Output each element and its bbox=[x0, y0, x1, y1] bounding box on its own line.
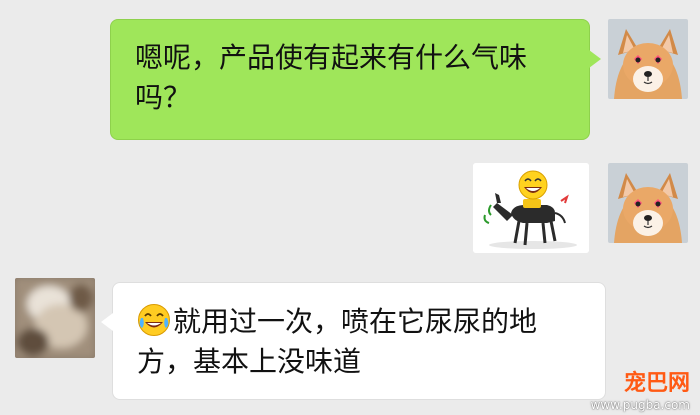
shiba-dog-icon bbox=[608, 163, 688, 243]
self-avatar[interactable] bbox=[608, 163, 688, 243]
self-avatar[interactable] bbox=[608, 19, 688, 99]
crying-laughing-emoji-icon bbox=[137, 303, 171, 337]
shiba-dog-icon bbox=[608, 19, 688, 99]
blurred-contact-avatar-icon bbox=[15, 278, 95, 358]
message-text-line: 就用过一次，喷在它尿尿的地 bbox=[137, 302, 585, 342]
watermark-url: www.pugba.com bbox=[590, 398, 690, 412]
contact-avatar[interactable] bbox=[15, 278, 95, 358]
sticker-message[interactable] bbox=[473, 163, 589, 253]
message-text: 就用过一次，喷在它尿尿的地 bbox=[173, 305, 538, 338]
outgoing-message-bubble[interactable]: 嗯呢，产品使有起来有什么气味 吗？ bbox=[110, 19, 601, 140]
watermark: 宠巴网 www.pugba.com bbox=[590, 371, 690, 412]
message-text-line: 嗯呢，产品使有起来有什么气味 bbox=[135, 41, 528, 74]
message-text-line: 吗？ bbox=[135, 81, 192, 114]
watermark-brand: 宠巴网 bbox=[623, 371, 690, 396]
donkey-laughing-sticker-icon bbox=[473, 163, 589, 253]
message-text-line: 方，基本上没味道 bbox=[137, 345, 362, 378]
incoming-message-bubble[interactable]: 就用过一次，喷在它尿尿的地 方，基本上没味道 bbox=[101, 282, 606, 400]
